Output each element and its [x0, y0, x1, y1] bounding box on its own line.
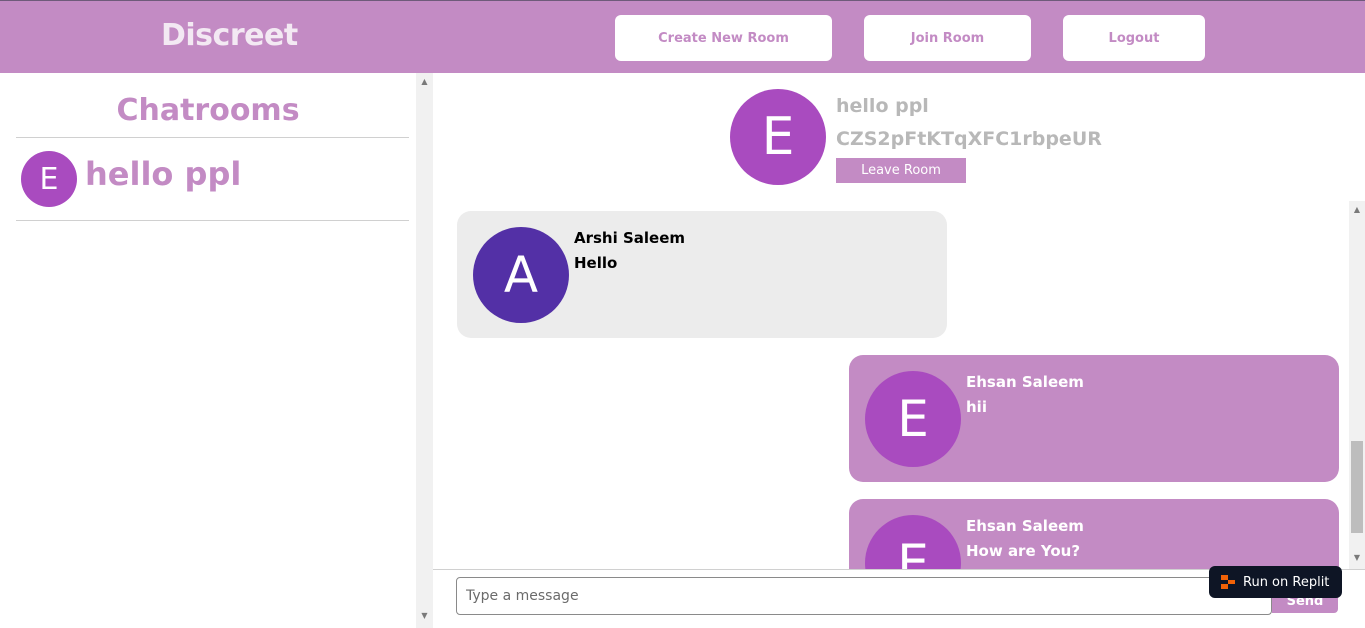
- message-bubble: A Arshi Saleem Hello: [457, 211, 947, 338]
- message-input[interactable]: [456, 577, 1272, 615]
- chatrooms-sidebar: Chatrooms E hello ppl: [0, 73, 416, 628]
- join-room-button[interactable]: Join Room: [864, 15, 1031, 61]
- message-sender: Arshi Saleem: [574, 229, 686, 247]
- room-header-name: hello ppl: [836, 95, 929, 117]
- messages-scrollbar[interactable]: ▲ ▼: [1349, 201, 1365, 569]
- message-sender: Ehsan Saleem: [966, 517, 1084, 535]
- room-id: CZS2pFtKTqXFC1rbpeUR: [836, 128, 1102, 150]
- replit-badge-label: Run on Replit: [1243, 574, 1330, 590]
- divider: [16, 220, 409, 221]
- replit-logo-icon: [1221, 575, 1235, 589]
- top-navbar: Discreet Create New Room Join Room Logou…: [0, 0, 1365, 73]
- run-on-replit-badge[interactable]: Run on Replit: [1209, 566, 1342, 598]
- room-list-item[interactable]: E hello ppl: [16, 138, 409, 220]
- sender-avatar: E: [865, 515, 961, 569]
- logout-button[interactable]: Logout: [1063, 15, 1205, 61]
- message-bubble: E Ehsan Saleem How are You?: [849, 499, 1339, 569]
- messages-list[interactable]: A Arshi Saleem Hello E Ehsan Saleem hii …: [433, 201, 1365, 569]
- brand-logo[interactable]: Discreet: [161, 18, 298, 53]
- chat-panel: E hello ppl CZS2pFtKTqXFC1rbpeUR Leave R…: [433, 73, 1365, 628]
- message-text: hii: [966, 398, 987, 416]
- message-sender: Ehsan Saleem: [966, 373, 1084, 391]
- message-text: How are You?: [966, 542, 1081, 560]
- sidebar-scrollbar[interactable]: ▲ ▼: [416, 73, 433, 628]
- leave-room-button[interactable]: Leave Room: [836, 158, 966, 183]
- room-header-avatar: E: [730, 89, 826, 185]
- scroll-down-arrow-icon[interactable]: ▼: [1349, 553, 1365, 562]
- message-text: Hello: [574, 254, 618, 272]
- message-bubble: E Ehsan Saleem hii: [849, 355, 1339, 482]
- chatrooms-title: Chatrooms: [116, 93, 300, 128]
- scrollbar-thumb[interactable]: [1351, 441, 1363, 533]
- scroll-down-arrow-icon[interactable]: ▼: [416, 611, 433, 620]
- create-room-button[interactable]: Create New Room: [615, 15, 832, 61]
- sender-avatar: E: [865, 371, 961, 467]
- scroll-up-arrow-icon[interactable]: ▲: [1349, 205, 1365, 214]
- sender-avatar: A: [473, 227, 569, 323]
- room-name: hello ppl: [85, 155, 242, 193]
- scroll-up-arrow-icon[interactable]: ▲: [416, 77, 433, 86]
- room-avatar: E: [21, 151, 77, 207]
